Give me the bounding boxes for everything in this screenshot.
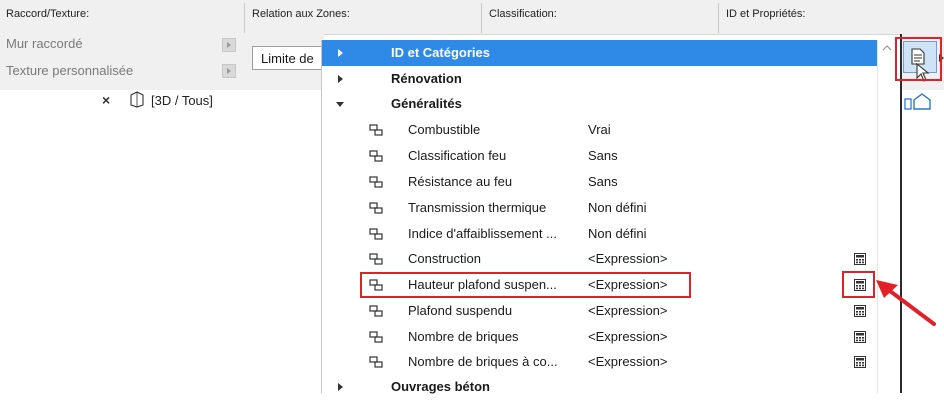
property-link-icon (369, 228, 383, 240)
house-icon[interactable] (904, 93, 934, 111)
header-classification: Classification: (489, 8, 557, 20)
expand-arrow-icon[interactable] (338, 383, 343, 391)
hauteur-plafond-highlight (360, 272, 691, 298)
tab-3d-tous[interactable]: [3D / Tous] (151, 93, 213, 108)
texture-personnalisee-label: Texture personnalisée (6, 63, 134, 78)
property-row[interactable]: Nombre de briques à co... <Expression> (322, 349, 878, 375)
calculator-icon[interactable] (854, 331, 866, 343)
category-ouvrages-beton[interactable]: Ouvrages béton (322, 374, 878, 400)
id-properties-dropdown: ID et Catégories Rénovation Généralités … (321, 40, 903, 394)
property-row[interactable]: Plafond suspendu <Expression> (322, 298, 878, 324)
header-relation-zones: Relation aux Zones: (252, 8, 350, 20)
header-separator (718, 3, 719, 33)
property-link-icon (369, 356, 383, 368)
property-row[interactable]: Construction <Expression> (322, 246, 878, 272)
red-arrow-icon (876, 280, 936, 326)
property-link-icon (369, 331, 383, 343)
calculator-highlight (842, 271, 875, 298)
property-link-icon (369, 124, 383, 136)
dropdown-scrollbar[interactable] (877, 40, 900, 393)
expand-arrow-icon[interactable] (338, 75, 343, 83)
property-row[interactable]: Indice d'affaiblissement ... Non défini (322, 221, 878, 247)
property-link-icon (369, 305, 383, 317)
wall-3d-icon (130, 91, 144, 108)
category-renovation[interactable]: Rénovation (322, 66, 878, 92)
texture-arrow-button[interactable] (222, 64, 236, 78)
category-id-categories[interactable]: ID et Catégories (322, 40, 878, 66)
category-generalites[interactable]: Généralités (322, 91, 878, 117)
collapse-arrow-icon[interactable] (336, 102, 344, 107)
header-raccord-texture: Raccord/Texture: (6, 8, 90, 20)
mur-raccorde-label: Mur raccordé (6, 36, 83, 51)
scroll-up-icon[interactable] (882, 44, 892, 52)
calculator-icon[interactable] (854, 253, 866, 265)
property-link-icon (369, 176, 383, 188)
property-row[interactable]: Nombre de briques <Expression> (322, 324, 878, 350)
property-link-icon (369, 202, 383, 214)
header-separator (481, 3, 482, 33)
expand-arrow-icon[interactable] (338, 49, 343, 57)
property-row[interactable]: Classification feu Sans (322, 143, 878, 169)
settings-button-highlight (895, 37, 942, 81)
calculator-icon[interactable] (854, 305, 866, 317)
calculator-icon[interactable] (854, 356, 866, 368)
property-link-icon (369, 253, 383, 265)
property-row[interactable]: Transmission thermique Non défini (322, 195, 878, 221)
property-row[interactable]: Combustible Vrai (322, 117, 878, 143)
header-id-proprietes: ID et Propriétés: (726, 8, 806, 20)
header-separator (244, 3, 245, 33)
zone-relation-select[interactable]: Limite de (252, 46, 322, 70)
mur-raccorde-arrow-button[interactable] (222, 38, 236, 52)
property-link-icon (369, 150, 383, 162)
close-tab-icon[interactable]: × (102, 92, 110, 108)
property-row[interactable]: Résistance au feu Sans (322, 169, 878, 195)
